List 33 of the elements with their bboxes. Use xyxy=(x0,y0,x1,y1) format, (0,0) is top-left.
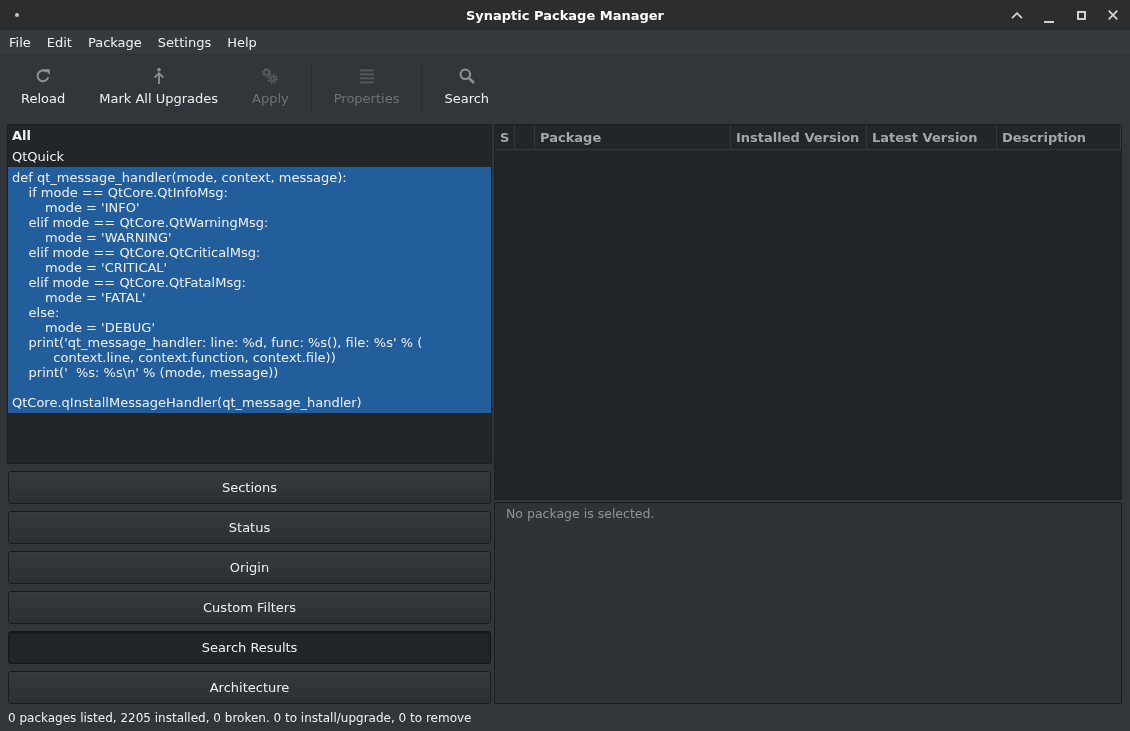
filter-item[interactable]: def qt_message_handler(mode, context, message): if mode == QtCore.QtInfoMsg: mode = 'INFO' elif mode == QtCore.QtWarningMsg: mode = 'WARNING' elif mode == QtCore.QtCriticalMsg: mode = 'CRITICAL' elif mode == QtCore.QtFatalMsg: mode = 'FATAL' else: mode = 'DEBUG' print('qt_message_handler: line: %d, func: %s(), file: %s' % ( context.line, context.function, context.file)) print(' %s: %s\n' % (mode, message)) QtCore.qInstallMessageHandler(qt_message_handler) xyxy=(8,167,491,413)
list-lines-icon xyxy=(358,68,375,84)
search-icon xyxy=(458,68,475,84)
menu-item[interactable]: Help xyxy=(219,34,265,50)
column-header[interactable]: Installed Version xyxy=(731,125,867,149)
filter-mode-button[interactable]: Sections xyxy=(8,471,491,504)
filter-mode-button[interactable]: Custom Filters xyxy=(8,591,491,624)
mark-all-upgrades-button[interactable]: Mark All Upgrades xyxy=(82,63,236,112)
close-icon[interactable] xyxy=(1108,10,1118,20)
menu-item[interactable]: Settings xyxy=(149,34,220,50)
filter-mode-button[interactable]: Status xyxy=(8,511,491,544)
menu-item[interactable]: Edit xyxy=(38,34,80,50)
search-button[interactable]: Search xyxy=(427,63,507,112)
window-title: Synaptic Package Manager xyxy=(465,7,665,23)
column-header[interactable]: Description xyxy=(997,125,1121,149)
reload-icon xyxy=(35,68,52,84)
filter-mode-button[interactable]: Architecture xyxy=(8,671,491,704)
filter-item[interactable]: All xyxy=(8,125,491,146)
status-text: 0 packages listed, 2205 installed, 0 broken. 0 to install/upgrade, 0 to remove xyxy=(8,711,472,725)
gears-icon xyxy=(262,68,279,84)
dot-icon[interactable] xyxy=(15,13,19,17)
column-header[interactable]: Package xyxy=(535,125,731,149)
menu-item[interactable]: File xyxy=(1,34,39,50)
column-header[interactable]: Latest Version xyxy=(867,125,997,149)
chevron-up-icon[interactable] xyxy=(1011,11,1023,19)
reload-button[interactable]: Reload xyxy=(4,63,83,112)
menu-item[interactable]: Package xyxy=(79,34,150,50)
column-header[interactable]: S xyxy=(495,125,515,149)
filter-mode-button[interactable]: Search Results xyxy=(8,631,491,664)
maximize-icon[interactable] xyxy=(1076,10,1086,20)
filter-item[interactable]: QtQuick xyxy=(8,146,491,167)
filter-mode-button[interactable]: Origin xyxy=(8,551,491,584)
details-text: No package is selected. xyxy=(506,506,655,521)
